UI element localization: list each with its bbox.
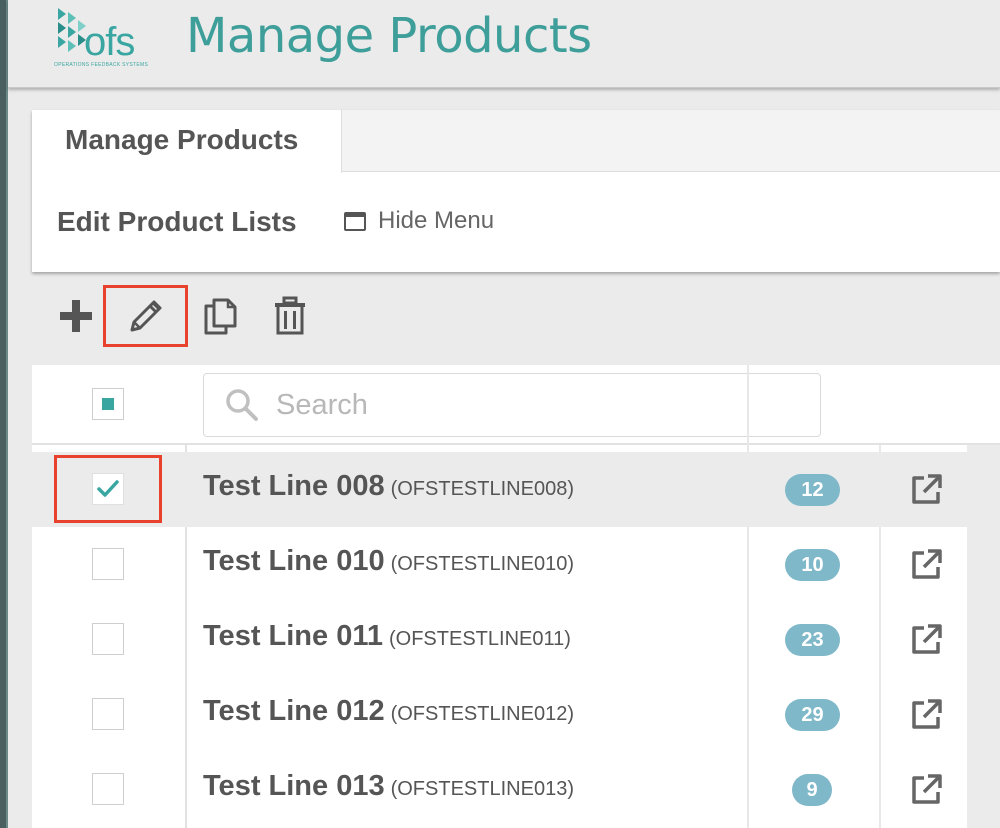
search-input[interactable] <box>276 388 796 422</box>
product-list-grid: Test Line 008(OFSTESTLINE008) 12 Test Li… <box>32 365 1000 828</box>
row-name: Test Line 013 (OFSTESTLINE013) <box>203 770 574 803</box>
header-column-divider <box>747 365 749 445</box>
ofs-logo[interactable]: ofs OPERATIONS FEEDBACK SYSTEMS <box>54 8 164 70</box>
row-code: (OFSTESTLINE010) <box>390 553 574 575</box>
pencil-icon <box>130 300 161 332</box>
row-title: Test Line 012 <box>203 695 385 727</box>
hide-menu-label: Hide Menu <box>378 207 495 234</box>
table-row[interactable]: Test Line 008 (OFSTESTLINE008) 12 <box>32 452 967 527</box>
edit-button[interactable] <box>103 285 188 347</box>
search-icon <box>226 389 258 421</box>
plus-icon <box>60 300 92 332</box>
row-code: (OFSTESTLINE008) <box>390 478 574 500</box>
open-link-button[interactable] <box>908 472 944 508</box>
logo-text: ofs <box>84 20 135 64</box>
delete-button[interactable] <box>268 285 312 347</box>
hide-menu-button[interactable]: Hide Menu <box>344 206 494 236</box>
row-title: Test Line 010 <box>203 545 385 577</box>
open-link-button[interactable] <box>908 772 944 808</box>
count-badge: 10 <box>785 549 840 581</box>
count-badge: 9 <box>792 774 832 806</box>
row-checkbox[interactable] <box>92 698 124 730</box>
open-link-button[interactable] <box>908 697 944 733</box>
table-row[interactable]: Test Line 010 (OFSTESTLINE010) 10 <box>32 527 967 602</box>
row-checkbox[interactable] <box>92 623 124 655</box>
app-header: ofs OPERATIONS FEEDBACK SYSTEMS Manage P… <box>8 0 1000 88</box>
add-button[interactable] <box>54 285 98 347</box>
count-badge: 23 <box>785 624 840 656</box>
count-badge: 12 <box>785 474 840 506</box>
row-checkbox[interactable] <box>92 548 124 580</box>
external-link-icon <box>912 474 942 504</box>
row-title: Test Line 008 <box>203 470 385 502</box>
row-name: Test Line 012 (OFSTESTLINE012) <box>203 695 574 728</box>
external-link-icon <box>912 774 942 804</box>
row-name: Test Line 008 (OFSTESTLINE008) <box>203 470 574 503</box>
row-code: (OFSTESTLINE011) <box>389 628 571 650</box>
row-title: Test Line 013 <box>203 770 385 802</box>
table-row[interactable]: Test Line 013 (OFSTESTLINE013) 9 <box>32 752 967 827</box>
tab-label: Manage Products <box>65 124 299 155</box>
select-all-checkbox[interactable] <box>92 388 124 420</box>
grid-header-row <box>32 365 1000 445</box>
logo-subtitle: OPERATIONS FEEDBACK SYSTEMS <box>54 62 149 68</box>
tab-manage-products[interactable]: Manage Products <box>32 110 342 173</box>
table-row[interactable]: Test Line 011 (OFSTESTLINE011) 23 <box>32 602 967 677</box>
copy-icon <box>204 298 237 335</box>
row-code: (OFSTESTLINE012) <box>390 703 574 725</box>
external-link-icon <box>912 624 942 654</box>
external-link-icon <box>912 699 942 729</box>
open-link-button[interactable] <box>908 622 944 658</box>
row-name: Test Line 010 (OFSTESTLINE010) <box>203 545 574 578</box>
row-name: Test Line 011 (OFSTESTLINE011) <box>203 620 571 653</box>
external-link-icon <box>912 549 942 579</box>
manage-products-panel: Manage Products Edit Product Lists Hide … <box>32 110 1000 272</box>
count-badge: 29 <box>785 699 840 731</box>
window-left-edge <box>0 0 8 828</box>
page-title: Manage Products <box>186 8 592 64</box>
row-checkbox[interactable] <box>92 473 124 505</box>
copy-button[interactable] <box>198 285 242 347</box>
toolbar <box>32 285 1000 365</box>
table-row[interactable]: Test Line 012 (OFSTESTLINE012) 29 <box>32 677 967 752</box>
row-code: (OFSTESTLINE013) <box>390 778 574 800</box>
checkmark-icon <box>97 480 119 497</box>
scroll-gutter <box>967 445 1000 828</box>
section-title: Edit Product Lists <box>57 206 297 237</box>
search-box <box>203 373 821 437</box>
row-checkbox[interactable] <box>92 773 124 805</box>
window-icon <box>344 211 366 231</box>
trash-icon <box>275 296 305 335</box>
open-link-button[interactable] <box>908 547 944 583</box>
row-title: Test Line 011 <box>203 620 383 652</box>
tab-strip: Manage Products <box>32 110 1000 173</box>
